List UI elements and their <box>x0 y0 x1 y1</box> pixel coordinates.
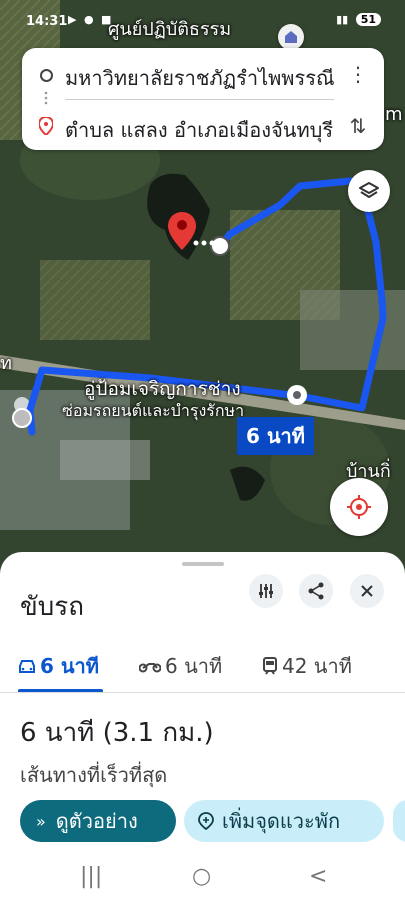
status-right-icons: ▮▮ 51 <box>336 13 381 26</box>
route-summary-time: 6 นาที (3.1 กม.) <box>20 718 214 748</box>
status-bar: 14:31 ▶ ● ■ ▮▮ 51 <box>0 0 405 34</box>
route-connector-dots <box>44 91 48 105</box>
recent-apps-icon[interactable]: ||| <box>80 864 102 889</box>
system-nav-bar: ||| ○ < <box>0 854 405 900</box>
back-icon[interactable]: < <box>309 864 327 889</box>
signal-icon: ▮▮ <box>336 13 349 26</box>
tab-motorcycle[interactable]: 6 นาที <box>139 650 222 682</box>
route-divider <box>65 99 334 100</box>
motorcycle-icon <box>139 663 161 673</box>
destination-row[interactable]: ตำบล แสลง อำเภอเมืองจันทบุรี ⇅ <box>22 104 384 148</box>
swap-vert-icon[interactable]: ⇅ <box>346 114 370 138</box>
destination-pin-small-icon <box>39 117 53 135</box>
preview-button-label: ดูตัวอย่าง <box>55 809 138 833</box>
my-location-icon <box>347 495 371 519</box>
map-label-edge-right: m <box>385 104 403 125</box>
tab-motorcycle-label: 6 นาที <box>165 654 223 678</box>
tab-transit-label: 42 นาที <box>282 654 352 678</box>
battery-level: 51 <box>355 13 381 26</box>
car-icon <box>19 660 35 673</box>
more-actions-chip[interactable] <box>393 800 405 842</box>
origin-field[interactable]: มหาวิทยาลัยราชภัฏรำไพพรรณี <box>65 62 335 94</box>
home-icon[interactable]: ○ <box>192 864 211 889</box>
destination-field[interactable]: ตำบล แสลง อำเภอเมืองจันทบุรี <box>65 114 335 146</box>
layers-icon <box>359 182 379 198</box>
tab-drive[interactable]: 6 นาที <box>18 650 99 682</box>
transit-icon <box>263 657 277 675</box>
route-input-card: มหาวิทยาลัยราชภัฏรำไพพรรณี ⋮ ตำบล แสลง อ… <box>22 48 384 150</box>
status-time: 14:31 <box>26 14 68 29</box>
travel-mode-tabs: 6 นาที 6 นาที 42 นาที <box>0 640 405 693</box>
route-time-tag[interactable]: 6 นาที <box>237 417 314 455</box>
tab-transit[interactable]: 42 นาที <box>262 650 352 682</box>
route-options-button[interactable] <box>249 574 283 608</box>
my-location-button[interactable] <box>330 478 388 536</box>
add-stop-button[interactable]: เพิ่มจุดแวะพัก <box>184 800 384 842</box>
add-stop-button-label: เพิ่มจุดแวะพัก <box>222 809 341 833</box>
close-icon <box>361 585 373 597</box>
share-icon <box>308 582 324 600</box>
tab-drive-label: 6 นาที <box>40 654 99 678</box>
close-button[interactable] <box>350 574 384 608</box>
origin-circle-icon <box>40 69 53 82</box>
share-button[interactable] <box>299 574 333 608</box>
tune-icon <box>259 584 273 598</box>
layers-button[interactable] <box>348 170 390 212</box>
preview-button[interactable]: » ดูตัวอย่าง <box>20 800 176 842</box>
map-label-edge-left: ท <box>0 353 12 374</box>
more-vert-icon[interactable]: ⋮ <box>346 62 370 86</box>
route-summary-subtitle: เส้นทางที่เร็วที่สุด <box>20 763 168 787</box>
add-stop-pin-icon <box>198 812 214 830</box>
origin-row[interactable]: มหาวิทยาลัยราชภัฏรำไพพรรณี ⋮ <box>22 52 384 96</box>
sheet-drag-handle[interactable] <box>182 562 224 566</box>
notification-icons: ▶ ● ■ <box>68 13 114 26</box>
chevron-right-icon: » <box>36 811 46 831</box>
map-label-shop-sub: ซ่อมรถยนต์และบำรุงรักษา <box>62 401 245 420</box>
active-tab-indicator <box>18 689 103 692</box>
directions-sheet: ขับรถ 6 นาที 6 นาที 42 นาที 6 นาที (3.1 … <box>0 552 405 900</box>
destination-pin-icon[interactable] <box>168 212 196 250</box>
travel-mode-title: ขับรถ <box>20 592 84 622</box>
